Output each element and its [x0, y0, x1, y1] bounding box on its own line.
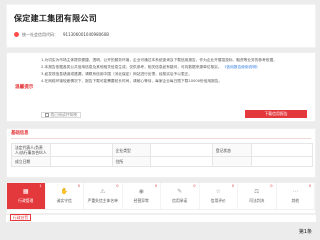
tab-label: 诚实守信 [56, 198, 72, 204]
notice-body: 1.为切实为市场主体提供便捷、透明、公开的服务环境，企业可通过本系统查询及下载信… [41, 58, 311, 85]
download-report-button[interactable]: 下载信用报告 [245, 110, 307, 118]
tab-label: 经营异常 [133, 198, 149, 204]
tab-label: 其他 [291, 198, 300, 204]
notice-paragraph-3: 3.如发现信息错误或遗漏，请联系信用中国（河北保定）网站进行反馈，经核实后予以更… [41, 71, 193, 76]
handshake-icon: ✋ [60, 188, 68, 196]
more-icon: ⋯ [292, 188, 299, 196]
tab-other[interactable]: 0 ⋯ 其他 [277, 183, 315, 209]
tab-count: 0 [154, 184, 157, 188]
tab-label: 行政管理 [18, 198, 34, 204]
company-name: 保定建工集团有限公司 [14, 14, 97, 23]
table-row: 法定代表人/负责人/执行事务合伙人 企业类型 登记状态 [10, 142, 314, 158]
star-icon: ☆ [215, 188, 221, 196]
subtab-row: 行政处罚 [6, 214, 316, 222]
basic-info-title: 基础信息 [11, 131, 29, 136]
building-icon: ▦ [22, 188, 29, 196]
agree-label: 我已阅读并知晓 [50, 112, 78, 118]
table-cell-label: 登记状态 [211, 142, 252, 158]
tab-credit-commitment[interactable]: 0 ✎ 信用承诺 [161, 183, 200, 209]
tab-count: 0 [193, 184, 196, 188]
notice-card: 温馨提示 1.为切实为市场主体提供便捷、透明、公开的服务环境，企业可通过本系统查… [6, 52, 316, 122]
table-cell-label: 企业类型 [111, 142, 152, 158]
credit-code-value: 91130600104098060B [63, 32, 110, 37]
table-cell-label: 成立日期 [10, 156, 52, 168]
tab-count: 0 [270, 184, 273, 188]
notice-paragraph-4: 4.在网络环境较差情况下，报告下载可能需要较长时间，请耐心等待，每家企业每日限下… [41, 78, 223, 83]
usage-guide-link[interactable]: 《信用报告使用说明》 [223, 65, 260, 69]
tab-honest[interactable]: 0 ✋ 诚实守信 [46, 183, 84, 209]
table-cell-label: 法定代表人/负责人/执行事务合伙人 [10, 142, 52, 158]
table-cell-value [50, 142, 113, 158]
agree-checkbox[interactable]: 我已阅读并知晓 [41, 112, 82, 118]
table-cell-value [250, 156, 314, 168]
tab-count: 0 [231, 184, 234, 188]
tab-judicial-judgment[interactable]: 0 ⚖ 司法判决 [238, 183, 277, 209]
gavel-icon: ⚖ [254, 188, 260, 196]
download-label: 下载信用报告 [264, 111, 288, 117]
notice-paragraph-2: 2.本报告依据各类公共信用信息及其他相关信息生成，仅供参考，相关信息如有疑问，可… [41, 64, 260, 69]
tab-label: 信用评价 [210, 198, 226, 204]
section-divider [11, 138, 311, 139]
tab-dishonest-list[interactable]: 0 ⚠ 严重失信主体名单 [84, 183, 123, 209]
table-cell-value [150, 156, 213, 168]
category-tabs: 1 ▦ 行政管理 0 ✋ 诚实守信 0 ⚠ 严重失信主体名单 0 ◉ 经营异常 … [7, 183, 315, 210]
credit-code-label: 统一社会信用代码： [22, 32, 58, 37]
credit-dot-icon [14, 32, 19, 38]
table-row: 成立日期 住所 [10, 156, 314, 168]
tab-count: 0 [77, 184, 80, 188]
basic-info-card: 基础信息 法定代表人/负责人/执行事务合伙人 企业类型 登记状态 成立日期 住所 [6, 128, 316, 178]
tab-label: 司法判决 [249, 198, 265, 204]
subtab-admin-penalty[interactable]: 行政处罚 [10, 214, 32, 222]
page-indicator: 第1条 [298, 229, 312, 235]
table-cell-label [211, 156, 252, 168]
promise-icon: ✎ [177, 188, 183, 196]
warning-icon: ⚠ [100, 188, 106, 196]
tab-count: 1 [39, 184, 42, 188]
tab-abnormal-operation[interactable]: 0 ◉ 经营异常 [123, 183, 161, 209]
category-tabs-card: 1 ▦ 行政管理 0 ✋ 诚实守信 0 ⚠ 严重失信主体名单 0 ◉ 经营异常 … [6, 182, 316, 214]
alert-icon: ◉ [138, 188, 144, 196]
company-card: 保定建工集团有限公司 统一社会信用代码： 91130600104098060B [6, 4, 316, 48]
notice-title: 温馨提示 [15, 85, 34, 90]
tab-count: 0 [116, 184, 119, 188]
table-cell-label: 住所 [111, 156, 152, 168]
table-cell-value [50, 156, 113, 168]
basic-info-table: 法定代表人/负责人/执行事务合伙人 企业类型 登记状态 成立日期 住所 [10, 142, 314, 168]
table-cell-value [150, 142, 213, 158]
tab-label: 信用承诺 [172, 198, 188, 204]
tab-label: 严重失信主体名单 [87, 198, 118, 204]
notice-paragraph-1: 1.为切实为市场主体提供便捷、透明、公开的服务环境，企业可通过本系统查询及下载信… [41, 58, 277, 62]
tab-admin-management[interactable]: 1 ▦ 行政管理 [7, 183, 46, 209]
tab-credit-evaluation[interactable]: 0 ☆ 信用评价 [200, 183, 238, 209]
checkbox-icon[interactable] [45, 113, 49, 117]
tab-count: 0 [308, 184, 311, 188]
table-cell-value [250, 142, 314, 158]
credit-code-row: 统一社会信用代码： 91130600104098060B [14, 32, 110, 38]
